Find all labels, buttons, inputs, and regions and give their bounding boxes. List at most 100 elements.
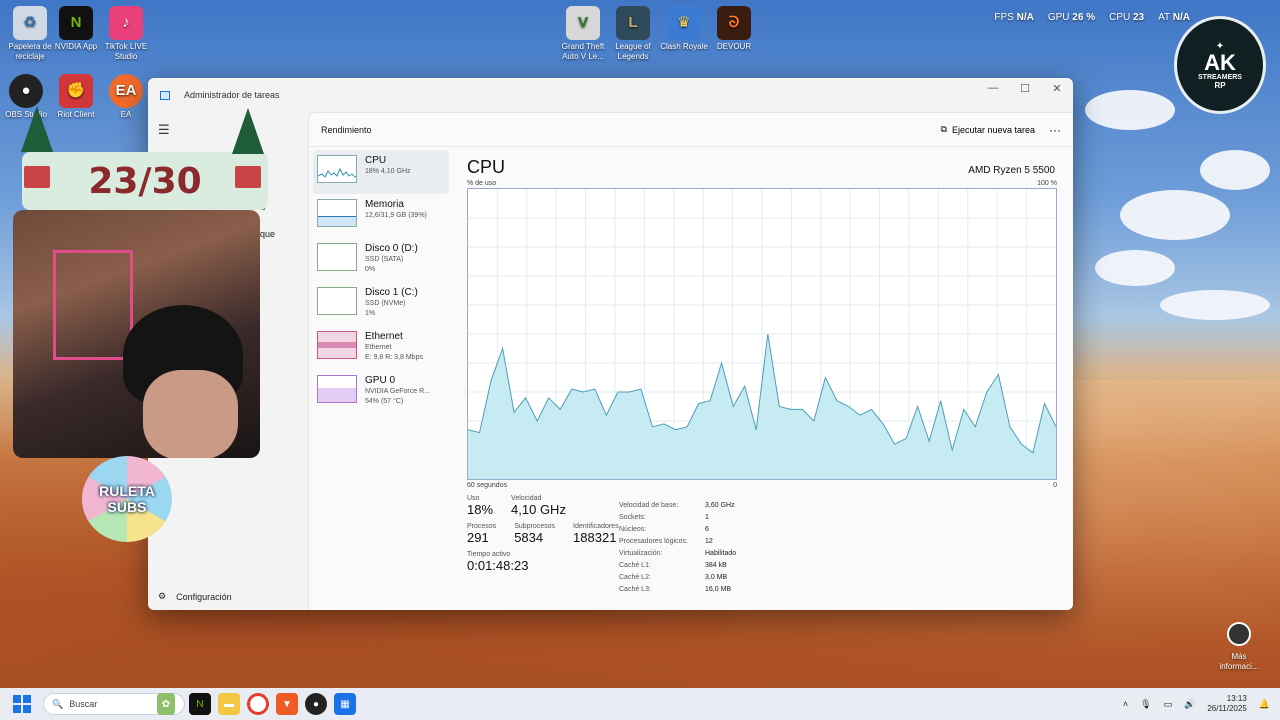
desktop-icon-ea[interactable]: EA EA	[98, 74, 154, 120]
taskbar-obs-icon[interactable]: ●	[305, 693, 327, 715]
ethernet-mini-graph	[317, 331, 357, 359]
devour-icon: ᘐ	[717, 6, 751, 40]
ruleta-subs-badge: RULETA SUBS	[82, 456, 172, 542]
ea-icon: EA	[109, 74, 143, 108]
desktop-icon-devour[interactable]: ᘐ DEVOUR	[706, 6, 762, 52]
threads-label: Subprocesos	[514, 523, 556, 530]
recycle-bin-icon: ♻	[13, 6, 47, 40]
cpu-stats-row-2: Procesos 291 Subprocesos 5834 Identificado…	[467, 523, 1057, 545]
cpu-stats-row-1: Uso 18% Velocidad 4,10 GHz	[467, 495, 1057, 517]
spec-row: Núcleos: 6	[619, 525, 709, 533]
spec-row: Sockets: 1	[619, 513, 709, 521]
wallpaper-cloud	[1120, 190, 1230, 240]
obs-icon: ●	[9, 74, 43, 108]
streamer-face	[143, 370, 238, 458]
camera-icon	[1227, 622, 1251, 646]
gear-icon: ⚙	[158, 591, 167, 601]
minimize-button[interactable]: —	[977, 78, 1009, 98]
taskbar-nvidia-icon[interactable]: N	[189, 693, 211, 715]
resource-item-cpu[interactable]: CPU 18% 4,10 GHz	[313, 150, 449, 194]
taskbar-chrome-icon[interactable]	[247, 693, 269, 715]
task-manager-window[interactable]: Administrador de tareas — ☐ ✕ ☰ caciones…	[148, 78, 1073, 610]
cpu-stats-row-3: Tiempo activo 0:01:48:23	[467, 551, 1057, 573]
sub-goal-counter: 23/30	[22, 152, 268, 210]
tree-pot-icon	[235, 166, 261, 188]
disk0-mini-graph	[317, 243, 357, 271]
more-info-widget[interactable]: Más informaci...	[1216, 622, 1262, 672]
run-new-task-button[interactable]: ⧉ Ejecutar nueva tarea	[941, 124, 1036, 135]
taskbar-task-manager-icon[interactable]: ▦	[334, 693, 356, 715]
clock[interactable]: 13:13 26/11/2025	[1207, 694, 1246, 714]
gta-icon: V	[566, 6, 600, 40]
resource-item-ethernet[interactable]: Ethernet Ethernet E: 9,8 R: 3,8 Mbps	[309, 326, 455, 370]
fps-readout: FPS N/A	[994, 12, 1034, 23]
spec-row: Virtualización: Habilitado	[619, 549, 737, 557]
taskbar-file-explorer-icon[interactable]: ▬	[218, 693, 240, 715]
notification-bell-icon[interactable]: 🔔	[1259, 699, 1270, 710]
desktop-icon-nvidia-app[interactable]: N NVIDIA App	[48, 6, 104, 52]
spec-row: Velocidad de base: 3,60 GHz	[619, 501, 735, 509]
desktop-icon-gta-v[interactable]: V Grand Theft Auto V Le...	[555, 6, 611, 62]
nvidia-icon: N	[59, 6, 93, 40]
gpu-readout: GPU 26 %	[1047, 12, 1096, 23]
usage-axis-label: % de uso	[467, 180, 497, 187]
new-task-icon: ⧉	[940, 124, 947, 134]
cpu-spec-table: Velocidad de base: 3,60 GHz Sockets: 1 Núc…	[619, 499, 736, 595]
task-manager-titlebar[interactable]: Administrador de tareas — ☐ ✕	[148, 78, 1073, 112]
christmas-tree-icon	[21, 106, 53, 152]
spec-row: Caché L2: 3,0 MB	[619, 573, 728, 581]
time-axis-label: 60 segundos	[467, 482, 508, 489]
processes-label: Procesos	[467, 523, 497, 530]
handles-label: Identificadores	[573, 523, 619, 530]
spec-row: Caché L1: 384 kB	[619, 561, 727, 569]
tree-pot-icon	[24, 166, 50, 188]
resource-item-disk0[interactable]: Disco 0 (D:) SSD (SATA) 0%	[309, 238, 455, 282]
background-shelf	[53, 250, 133, 360]
hamburger-menu-icon[interactable]: ☰	[158, 122, 170, 138]
time-axis-end: 0	[1053, 482, 1057, 489]
league-icon: L	[616, 6, 650, 40]
resource-item-gpu0[interactable]: GPU 0 NVIDIA GeForce R... 54% (57 °C)	[309, 370, 455, 414]
more-options-button[interactable]: ···	[1049, 123, 1061, 137]
maximize-button[interactable]: ☐	[1009, 78, 1041, 98]
system-tray: ˄ 🎙 ▭ 🔊 13:13 26/11/2025 🔔	[1123, 688, 1270, 720]
christmas-tree-icon	[232, 108, 264, 154]
task-manager-icon	[160, 90, 170, 100]
webcam-feed	[13, 210, 260, 458]
usage-value: 18%	[467, 502, 494, 517]
desktop-icon-clash-royale[interactable]: ♛ Clash Royale	[656, 6, 712, 52]
network-icon[interactable]: ▭	[1164, 699, 1173, 710]
desktop-icon-tiktok-live[interactable]: ♪ TikTok LIVE Studio	[98, 6, 154, 62]
disk1-mini-graph	[317, 287, 357, 315]
wallpaper-cloud	[1160, 290, 1270, 320]
close-button[interactable]: ✕	[1041, 78, 1073, 98]
microphone-icon[interactable]: 🎙	[1140, 699, 1151, 710]
performance-overlay: FPS N/A GPU 26 % CPU 23 AT N/A	[994, 12, 1190, 23]
resource-item-memory[interactable]: Memoria 12,6/31,9 GB (39%)	[309, 194, 455, 238]
latency-readout: AT N/A	[1158, 12, 1190, 23]
desktop-icon-riot-client[interactable]: ✊ Riot Client	[48, 74, 104, 120]
volume-icon[interactable]: 🔊	[1184, 699, 1195, 710]
performance-page: Rendimiento ⧉ Ejecutar nueva tarea ··· C…	[308, 112, 1073, 610]
gpu-mini-graph	[317, 375, 357, 403]
usage-label: Uso	[467, 495, 480, 502]
ak-streamers-logo: ✦ AK STREAMERS RP	[1174, 16, 1266, 114]
taskbar-brave-icon[interactable]: ▼	[276, 693, 298, 715]
riot-icon: ✊	[59, 74, 93, 108]
chevron-up-icon[interactable]: ˄	[1123, 699, 1128, 709]
handles-value: 188321	[573, 530, 617, 545]
resource-list: CPU 18% 4,10 GHz Memoria 12,6/31,9 GB (39%…	[309, 147, 455, 610]
speed-label: Velocidad	[511, 495, 542, 502]
wallpaper-cloud	[1085, 90, 1175, 130]
cpu-detail-panel: CPU AMD Ryzen 5 5500 % de uso 100 % 60 s…	[455, 147, 1073, 610]
window-title: Administrador de tareas	[184, 90, 280, 100]
clash-royale-icon: ♛	[667, 6, 701, 40]
resource-item-disk1[interactable]: Disco 1 (C:) SSD (NVMe) 1%	[309, 282, 455, 326]
start-button[interactable]	[13, 695, 31, 713]
nav-settings[interactable]: ⚙ Configuración	[158, 591, 232, 602]
desktop-icon-league-of-legends[interactable]: L League of Legends	[605, 6, 661, 62]
search-icon: 🔍	[52, 698, 64, 709]
tiktok-icon: ♪	[109, 6, 143, 40]
page-header: Rendimiento ⧉ Ejecutar nueva tarea ···	[309, 113, 1073, 147]
wallpaper-cloud	[1200, 150, 1270, 190]
